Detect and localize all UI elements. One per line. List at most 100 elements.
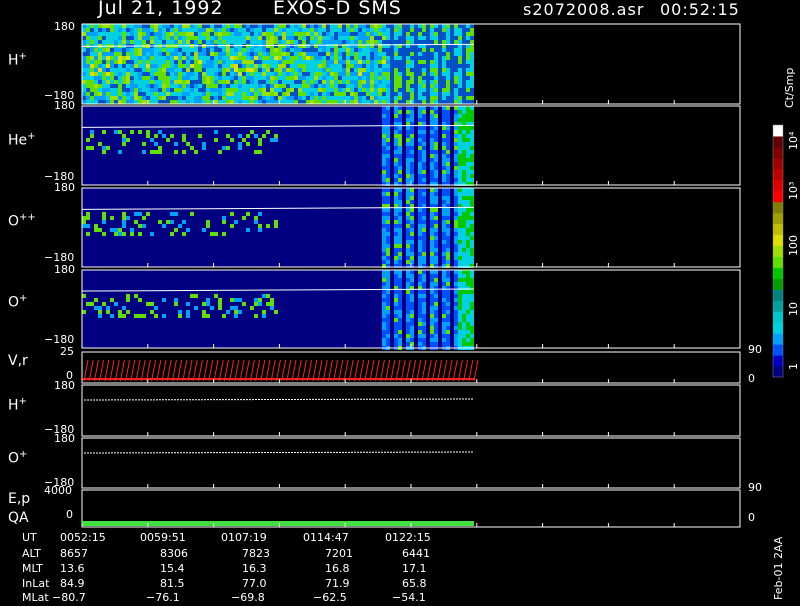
spectrogram-cell: [422, 326, 426, 330]
spectrogram-cell: [86, 32, 90, 36]
spectrogram-cell: [98, 314, 102, 318]
spectrogram-cell: [418, 192, 422, 196]
spectrogram-cell: [110, 72, 114, 76]
spectrogram-cell: [326, 32, 330, 36]
spectrogram-cell: [98, 32, 102, 36]
spectrogram-cell: [274, 52, 278, 56]
spectrogram-cell: [158, 32, 162, 36]
spectrogram-cell: [318, 36, 322, 40]
spectrogram-cell: [214, 64, 218, 68]
spectrogram-cell: [454, 216, 458, 220]
spectrogram-cell: [362, 24, 366, 28]
spectrogram-cell: [158, 60, 162, 64]
spectrogram-cell: [206, 72, 210, 76]
spectrogram-cell: [470, 260, 474, 264]
spectrogram-cell: [470, 282, 474, 286]
spectrogram-cell: [378, 88, 382, 92]
spectrogram-cell: [470, 28, 474, 32]
spectrogram-cell: [346, 40, 350, 44]
spectrogram-cell: [410, 236, 414, 240]
spectrogram-cell: [222, 36, 226, 40]
spectrogram-cell: [422, 270, 426, 274]
spectrogram-cell: [106, 88, 110, 92]
spectrogram-cell: [410, 314, 414, 318]
spectrogram-cell: [234, 96, 238, 100]
spectrogram-cell: [182, 64, 186, 68]
spectrogram-cell: [422, 170, 426, 174]
spectrogram-cell: [170, 232, 174, 236]
spectrogram-cell: [458, 48, 462, 52]
spectrogram-cell: [442, 326, 446, 330]
spectrogram-cell: [98, 88, 102, 92]
spectrogram-cell: [138, 96, 142, 100]
spectrogram-cell: [250, 36, 254, 40]
spectrogram-cell: [406, 240, 410, 244]
spectrogram-cell: [234, 84, 238, 88]
spectrogram-cell: [122, 76, 126, 80]
velocity-sawtooth: [359, 359, 365, 382]
spectrogram-cell: [434, 162, 438, 166]
spectrogram-cell: [354, 52, 358, 56]
spectrogram-cell: [90, 88, 94, 92]
spectrogram-cell: [346, 72, 350, 76]
spectrogram-cell: [306, 52, 310, 56]
spectrogram-cell: [170, 134, 174, 138]
spectrogram-cell: [386, 236, 390, 240]
spectrogram-cell: [294, 52, 298, 56]
spectrogram-cell: [142, 88, 146, 92]
spectrogram-cell: [134, 220, 138, 224]
spectrogram-cell: [466, 294, 470, 298]
spectrogram-cell: [466, 260, 470, 264]
spectrogram-cell: [158, 52, 162, 56]
spectrogram-cell: [250, 68, 254, 72]
spectrogram-cell: [434, 240, 438, 244]
spectrogram-cell: [470, 56, 474, 60]
spectrogram-cell: [174, 80, 178, 84]
velocity-sawtooth: [104, 359, 110, 382]
spectrogram-cell: [454, 88, 458, 92]
spectrogram-cell: [398, 248, 402, 252]
spectrogram-cell: [218, 150, 222, 154]
spectrogram-cell: [110, 36, 114, 40]
spectrogram-cell: [250, 96, 254, 100]
spectrogram-cell: [294, 32, 298, 36]
spectrogram-cell: [410, 322, 414, 326]
spectrogram-cell: [270, 92, 274, 96]
velocity-sawtooth: [353, 359, 359, 382]
spectrogram-cell: [206, 224, 210, 228]
spectrogram-cell: [466, 192, 470, 196]
spectrogram-cell: [202, 310, 206, 314]
spectrogram-cell: [386, 92, 390, 96]
spectrogram-cell: [182, 100, 186, 104]
spectrogram-cell: [254, 92, 258, 96]
spectrogram-cell: [446, 236, 450, 240]
spectrogram-cell: [182, 80, 186, 84]
spectrogram-cell: [430, 298, 434, 302]
spectrogram-cell: [458, 72, 462, 76]
spectrogram-cell: [418, 282, 422, 286]
spectrogram-cell: [102, 76, 106, 80]
spectrogram-cell: [470, 306, 474, 310]
spectrogram-cell: [246, 92, 250, 96]
spectrogram-cell: [418, 270, 422, 274]
spectrogram-cell: [194, 294, 198, 298]
spectrogram-cell: [446, 260, 450, 264]
spectrogram-cell: [418, 278, 422, 282]
spectrogram-cell: [150, 60, 154, 64]
spectrogram-cell: [466, 228, 470, 232]
spectrogram-cell: [470, 330, 474, 334]
spectrogram-cell: [190, 28, 194, 32]
spectrogram-cell: [342, 48, 346, 52]
spectrogram-cell: [422, 48, 426, 52]
spectrogram-cell: [182, 84, 186, 88]
spectrogram-cell: [434, 118, 438, 122]
spectrogram-cell: [406, 294, 410, 298]
spectrogram-cell: [418, 212, 422, 216]
spectrogram-cell: [162, 314, 166, 318]
spectrogram-cell: [98, 36, 102, 40]
spectrogram-cell: [346, 24, 350, 28]
spectrogram-cell: [322, 80, 326, 84]
spectrogram-cell: [134, 294, 138, 298]
spectrogram-cell: [186, 56, 190, 60]
spectrogram-cell: [418, 330, 422, 334]
